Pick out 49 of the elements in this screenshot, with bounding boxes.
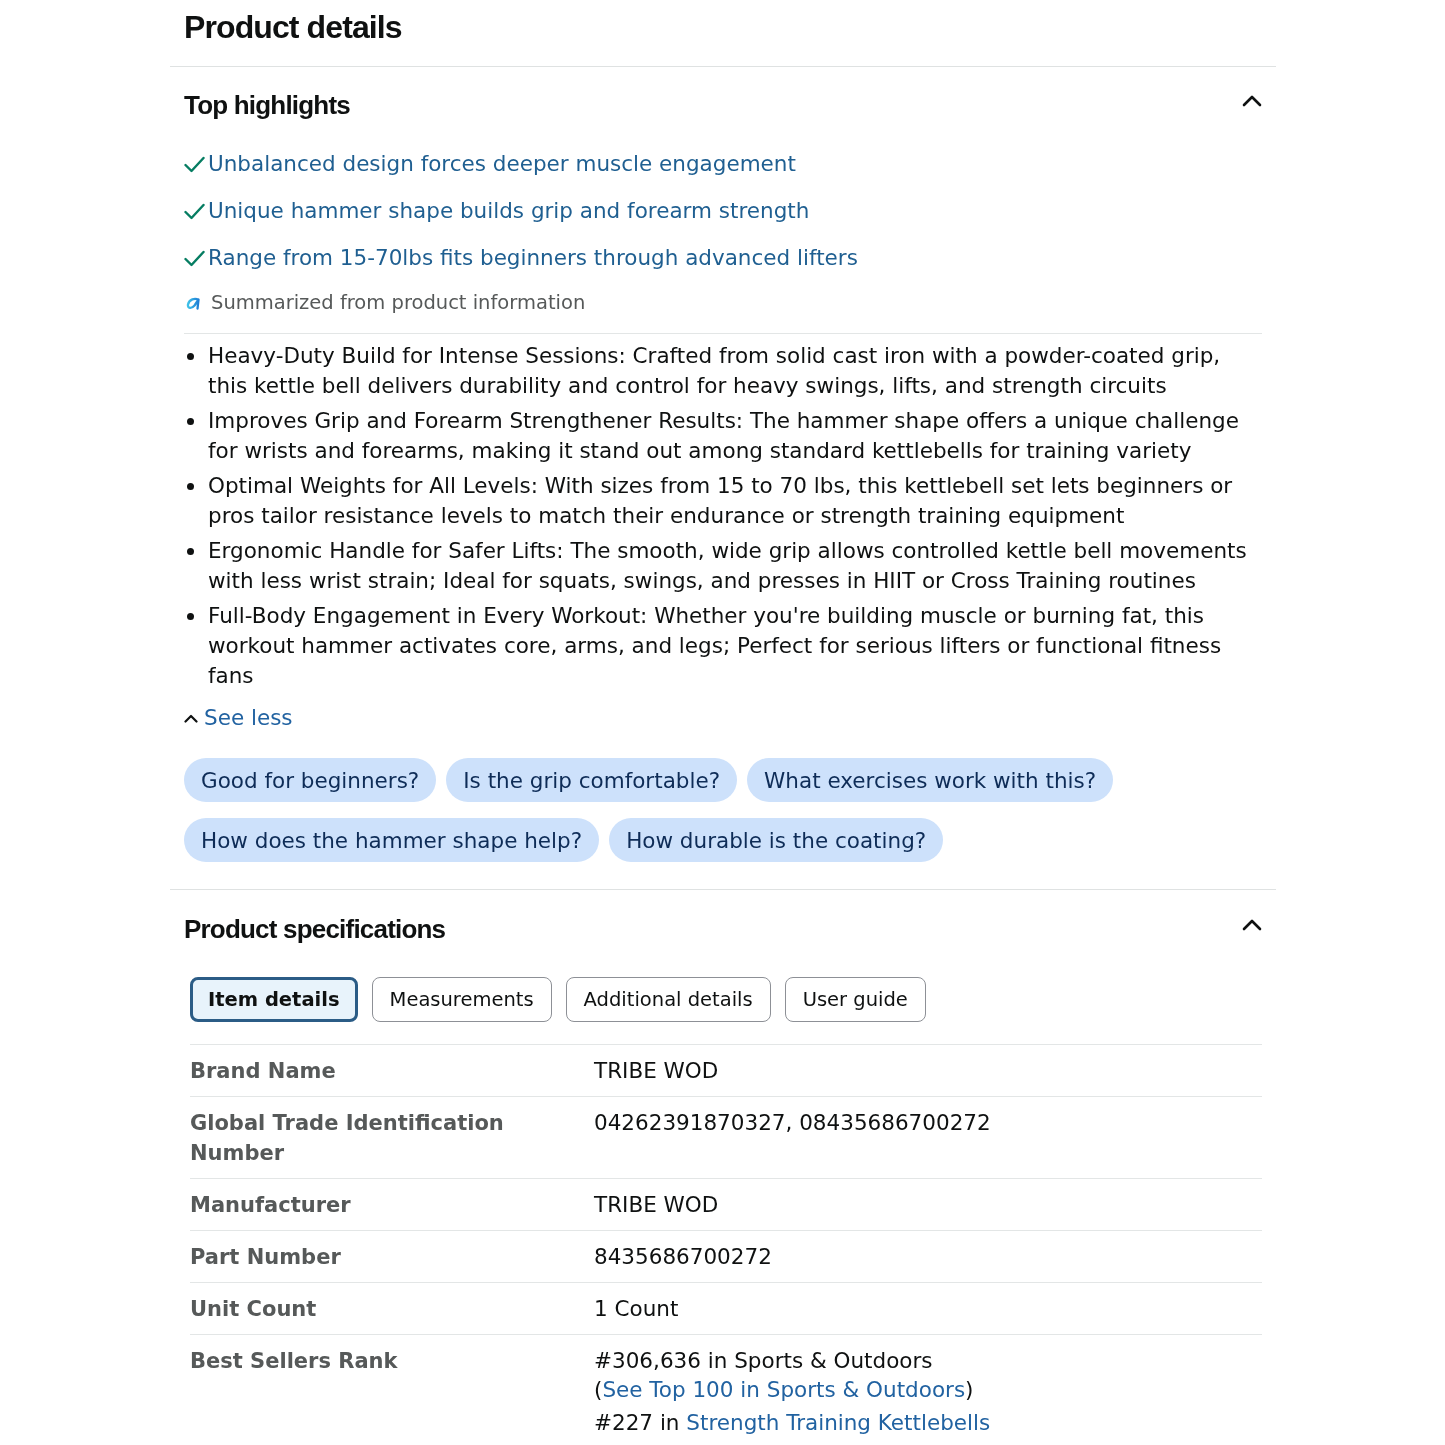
tab[interactable]: User guide — [784, 977, 926, 1022]
spec-label: Part Number — [190, 1244, 342, 1271]
spec-label: Best Sellers Rank — [190, 1348, 399, 1375]
highlight-text: Unique hammer shape builds grip and forearm strength — [208, 197, 810, 225]
check-icon — [184, 155, 205, 173]
spec-value: 04262391870327, 08435686700272 — [594, 1109, 992, 1137]
question-chip[interactable]: What exercises work with this? — [747, 758, 1114, 802]
feature-text: Ergonomic Handle for Safer Lifts: The smooth, wide grip allows controlled kettle bell movements with less wrist strain; Ideal for squats, swings, and presses in HIIT or Cross Training routines — [208, 537, 1248, 595]
tab[interactable]: Additional details — [565, 977, 771, 1022]
spec-label: Manufacturer — [190, 1192, 352, 1219]
tab[interactable]: Measurements — [371, 977, 552, 1022]
feature-text: Improves Grip and Forearm Strengthener Results: The hammer shape offers a unique challenge for wrists and forearms, making it stand out among standard kettlebells for training variety — [208, 407, 1240, 465]
caret-icon — [184, 713, 198, 723]
spec-value: TRIBE WOD — [594, 1191, 720, 1219]
bullet-icon — [187, 482, 194, 490]
bullet-icon — [187, 352, 194, 360]
tab[interactable]: Item details — [190, 977, 358, 1022]
chevron-icon[interactable] — [1242, 95, 1262, 107]
question-chip[interactable]: Good for beginners? — [184, 758, 437, 802]
check-icon — [184, 202, 205, 220]
category-link[interactable]: See Top 100 in Sports & Outdoors — [602, 1377, 966, 1402]
spec-label: Global Trade Identification Number — [190, 1110, 505, 1167]
bullet-icon — [187, 612, 194, 620]
feature-text: Full-Body Engagement in Every Workout: Whether you're building muscle or burning fat, this workout hammer activates core, arms, and legs; Perfect for serious lifters or functional fitness fans — [208, 602, 1223, 690]
category-link[interactable]: Strength Training Kettlebells — [686, 1410, 991, 1435]
spec-value: 8435686700272 — [594, 1243, 773, 1271]
question-chip[interactable]: How durable is the coating? — [609, 818, 944, 862]
section-title: Top highlights — [184, 89, 350, 122]
rank-text: #306,636 in Sports & Outdoors (See Top 100 in Sports & Outdoors) — [594, 1347, 975, 1404]
rank-text: #227 in Strength Training Kettlebells — [594, 1409, 992, 1437]
spec-value: 1 Count — [594, 1295, 680, 1323]
feature-text: Optimal Weights for All Levels: With sizes from 15 to 70 lbs, this kettlebell set lets beginners or pros tailor resistance levels to match their endurance or strength training equipment — [208, 472, 1234, 530]
spec-label: Brand Name — [190, 1058, 337, 1085]
bullet-icon — [187, 547, 194, 555]
summary-note: Summarized from product information — [211, 290, 586, 316]
see-less-link[interactable]: See less — [184, 703, 293, 733]
highlight-text: Range from 15-70lbs fits beginners through advanced lifters — [208, 244, 858, 272]
spec-label: Unit Count — [190, 1296, 318, 1323]
page-title: Product details — [184, 8, 402, 47]
feature-text: Heavy-Duty Build for Intense Sessions: Crafted from solid cast iron with a powder-coated grip, this kettle bell delivers durability and control for heavy swings, lifts, and strength circuits — [208, 342, 1222, 400]
question-chip[interactable]: How does the hammer shape help? — [184, 818, 600, 862]
swoosh-icon — [186, 296, 202, 310]
check-icon — [184, 249, 205, 267]
bullet-icon — [187, 417, 194, 425]
highlight-text: Unbalanced design forces deeper muscle engagement — [208, 150, 796, 178]
chevron-icon[interactable] — [1242, 919, 1262, 931]
question-chip[interactable]: Is the grip comfortable? — [446, 758, 738, 802]
section-title: Product specifications — [184, 913, 446, 946]
spec-value: TRIBE WOD — [594, 1057, 720, 1085]
